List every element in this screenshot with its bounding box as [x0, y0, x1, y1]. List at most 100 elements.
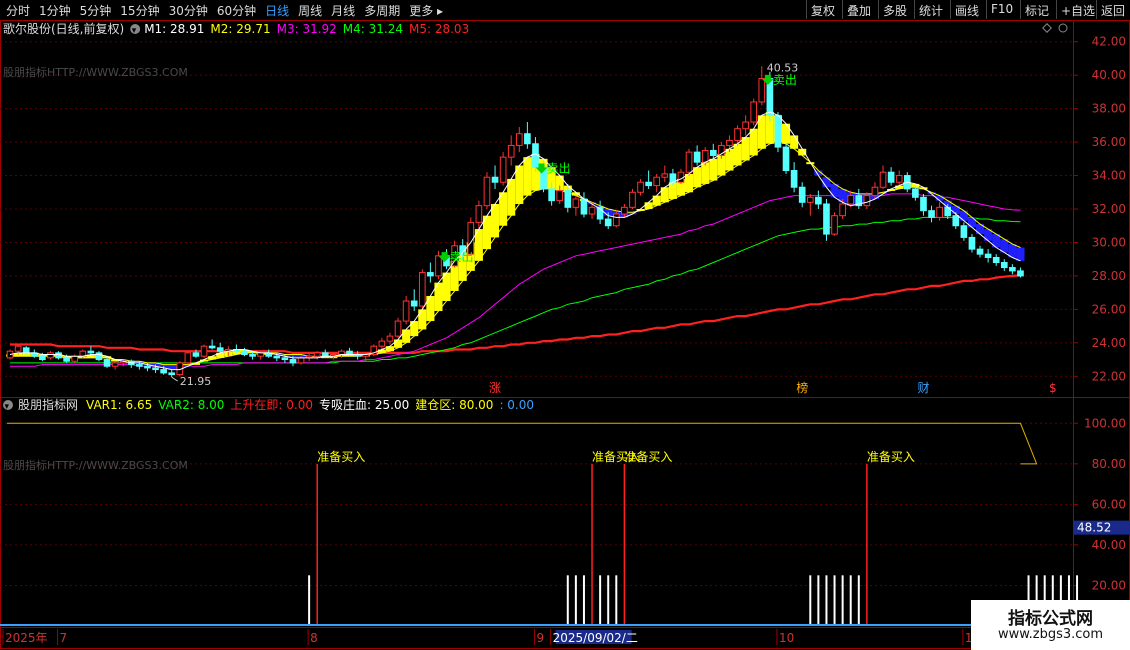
ind-signal-label-2: 准备买入: [624, 450, 672, 464]
ytick-label-ind-3: 40.00: [1092, 538, 1126, 552]
candle-body-24: [200, 345, 208, 357]
candle-body-110: [895, 175, 903, 183]
candle-body-124: [1009, 267, 1016, 272]
candle-body-76: [621, 206, 628, 215]
candle-body-78: [637, 181, 644, 193]
candle-body-2: [22, 347, 30, 354]
ytick-label-main-9: 24.00: [1092, 336, 1126, 350]
candle-body-18: [152, 367, 159, 371]
candle-body-12: [103, 359, 111, 367]
main-menu-chevron-icon: ▾: [132, 26, 137, 36]
candle-body-30: [249, 354, 256, 357]
band-block-125: [1016, 247, 1025, 261]
candle-body-103: [839, 203, 846, 217]
band-block-119: [967, 217, 976, 228]
band-block-98: [798, 148, 807, 156]
ytick-label-ind-0: 100.00: [1084, 416, 1126, 430]
candle-body-121: [984, 253, 992, 259]
band-block-92: [749, 128, 758, 156]
candle-body-122: [992, 257, 1000, 264]
band-block-84: [685, 173, 694, 193]
band-block-85: [693, 167, 702, 188]
ind-legend-3: 专吸庄血: 25.00: [319, 397, 409, 412]
ytick-label-ind-4: 20.00: [1092, 578, 1126, 592]
candle-body-47: [386, 335, 394, 342]
candle-body-53: [435, 255, 442, 277]
ytick-label-main-7: 28.00: [1092, 269, 1126, 283]
high-label: 40.53: [767, 61, 799, 74]
candle-body-52: [427, 272, 434, 277]
candle-body-101: [823, 203, 830, 235]
event-mark-2: 财: [917, 381, 929, 395]
candle-body-22: [184, 352, 192, 364]
candle-body-5: [47, 352, 54, 359]
candle-body-96: [782, 146, 790, 172]
event-mark-3: $: [1049, 381, 1057, 395]
logo-line2: www.zbgs3.com: [997, 627, 1104, 642]
candle-body-51: [418, 272, 426, 307]
candle-body-23: [192, 352, 200, 357]
ytick-label-main-3: 36.00: [1092, 135, 1126, 149]
gear-icon: [1058, 23, 1068, 33]
band-block-61: [499, 192, 508, 226]
band-block-64: [523, 157, 532, 196]
candle-body-71: [580, 198, 588, 215]
sell-label-2: 卖出: [773, 73, 797, 87]
candle-body-48: [394, 320, 402, 337]
ytick-label-main-10: 22.00: [1092, 369, 1126, 383]
main-legend-0: M1: 28.91: [144, 22, 204, 36]
candle-body-95: [774, 114, 782, 148]
candle-body-38: [313, 352, 321, 357]
candle-body-81: [661, 173, 669, 178]
ind-legend-2: 上升在即: 0.00: [230, 398, 313, 412]
candle-body-58: [475, 205, 483, 223]
candle-body-80: [653, 176, 661, 187]
candle-body-67: [548, 188, 555, 202]
candle-body-123: [1000, 262, 1008, 269]
candle-body-68: [556, 190, 564, 202]
candle-body-61: [499, 156, 507, 183]
low-pointer: [171, 376, 178, 382]
candle-body-87: [709, 149, 717, 156]
candle-body-75: [612, 213, 620, 227]
band-block-90: [733, 143, 742, 166]
low-label: 21.95: [180, 375, 212, 388]
candle-body-97: [790, 170, 798, 188]
candle-body-7: [63, 357, 70, 362]
ind-legend-5: : 0.00: [499, 398, 534, 412]
band-block-96: [782, 123, 791, 144]
candle-body-63: [515, 133, 523, 146]
candle-body-16: [136, 364, 143, 367]
xlabel-3: 9: [536, 631, 544, 645]
band-block-63: [515, 165, 524, 204]
candle-body-100: [815, 196, 822, 205]
main-legend-3: M4: 31.24: [343, 22, 403, 36]
candle-body-125: [1017, 270, 1024, 277]
candle-body-104: [847, 195, 855, 205]
candle-body-77: [629, 191, 636, 208]
ind-title: 股朋指标网: [18, 397, 78, 412]
xlabel-5: 10: [779, 631, 794, 645]
ind-legend-1: VAR2: 8.00: [158, 398, 224, 412]
candle-body-118: [960, 225, 968, 238]
candle-body-89: [726, 139, 733, 146]
candle-body-13: [111, 362, 119, 367]
main-title: 歌尔股份(日线,前复权): [3, 21, 124, 36]
band-block-87: [709, 158, 718, 181]
candle-body-108: [879, 171, 887, 188]
candle-body-33: [273, 355, 281, 359]
sell-label-0: 卖出: [450, 250, 474, 264]
stock-chart: 42.00 40.00 38.00 36.00 34.00 32.00 30.00 28.00…: [0, 20, 1130, 649]
ytick-label-main-8: 26.00: [1092, 302, 1126, 316]
candle-body-69: [564, 190, 572, 208]
ytick-label-main-4: 34.00: [1092, 169, 1126, 183]
xlabel-0: 2025年: [5, 631, 48, 645]
candle-body-99: [806, 196, 814, 203]
candle-body-10: [87, 350, 95, 354]
current-value-label: 48.52: [1077, 521, 1111, 535]
candle-body-19: [160, 369, 167, 374]
sell-label-1: 卖出: [547, 161, 571, 175]
candle-body-1: [14, 345, 22, 352]
site-logo: 指标公式网 www.zbgs3.com: [971, 600, 1130, 650]
watermark-ind: 股朋指标HTTP://WWW.ZBGS3.COM: [3, 458, 188, 472]
